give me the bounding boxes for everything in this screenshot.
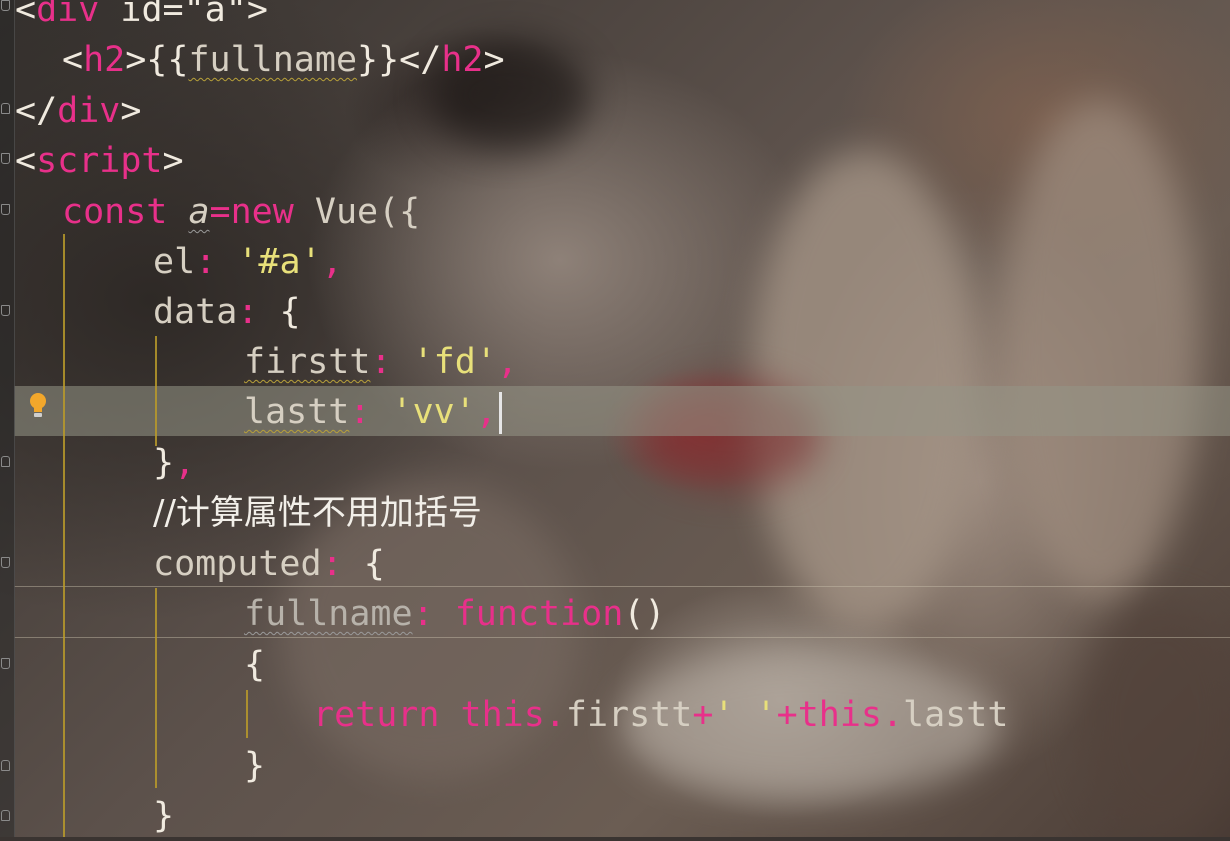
token: new [230,192,294,232]
token: { [342,544,385,584]
token: }}</ [357,40,442,80]
code-line[interactable]: data: { [153,287,301,337]
token: h2 [441,40,484,80]
token: script [36,141,163,181]
indent-guide [155,336,157,446]
token: < [62,40,84,80]
token: } [244,746,266,786]
token: : [349,392,371,432]
code-line[interactable]: lastt: 'vv', [244,387,502,437]
code-line[interactable]: <script> [15,136,184,186]
token: , [321,242,343,282]
fold-marker-icon[interactable] [1,456,10,467]
indent-guide [155,588,157,788]
token: this. [460,695,566,735]
token: el [153,242,196,282]
comment: //计算属性不用加括号 [153,493,482,533]
token: < [15,0,37,30]
token: ' ' [713,695,777,735]
fold-marker-icon[interactable] [1,153,10,164]
text-cursor [498,392,502,434]
token: return [313,695,440,735]
code-line[interactable]: const a=new Vue({ [62,187,420,237]
code-line[interactable]: computed: { [153,539,385,589]
token: > [483,40,505,80]
token: = [209,192,231,232]
token: > [246,0,268,30]
code-line[interactable]: </div> [15,86,141,136]
fold-marker-icon[interactable] [1,658,10,669]
fold-marker-icon[interactable] [1,103,10,114]
token: firstt [565,695,693,735]
editor-gutter[interactable] [0,0,15,837]
token: id="a" [99,0,247,30]
token: const [62,192,168,232]
token: h2 [83,40,126,80]
token: data [153,292,238,332]
code-line[interactable]: }, [153,438,195,488]
fold-marker-icon[interactable] [1,557,10,568]
token: function [454,594,624,634]
code-line[interactable]: } [244,741,265,791]
fold-marker-icon[interactable] [1,305,10,316]
indent-guide [63,234,65,837]
token: : [237,292,259,332]
token: < [15,141,37,181]
token: lastt [244,392,350,432]
token: } [153,443,175,483]
token: >{{ [125,40,189,80]
token: : [321,544,343,584]
token: 'vv' [370,392,476,432]
code-line[interactable]: fullname: function() [244,589,665,639]
token: a [188,192,210,232]
token: + [776,695,798,735]
fold-marker-icon[interactable] [1,810,10,821]
fold-marker-icon[interactable] [1,204,10,215]
token: '#a' [216,242,322,282]
indent-guide [246,690,248,738]
token: : [412,594,434,634]
current-line-highlight [14,386,1230,436]
token: 'fd' [391,342,497,382]
token: () [623,594,666,634]
fold-marker-icon[interactable] [1,0,10,11]
token: computed [153,544,322,584]
token: fullname [188,40,358,80]
token: , [496,342,518,382]
token: } [153,796,175,836]
code-line[interactable]: //计算属性不用加括号 [153,488,482,538]
token: this. [797,695,904,735]
token: fullname [244,594,413,634]
token: > [162,141,184,181]
token: , [174,443,196,483]
code-line[interactable]: <h2>{{fullname}}</h2> [62,35,505,85]
token: div [36,0,100,30]
token: , [475,392,497,432]
token: Vue({ [293,192,421,232]
token: > [120,91,142,131]
token: firstt [244,342,371,382]
code-line[interactable]: } [153,791,174,841]
token: + [692,695,714,735]
token: { [244,645,266,685]
code-line[interactable]: el: '#a', [153,237,343,287]
token: lastt [903,695,1009,735]
lightbulb-intention-icon[interactable] [28,393,48,421]
code-line[interactable]: firstt: 'fd', [244,337,518,387]
fold-marker-icon[interactable] [1,760,10,771]
token: { [258,292,301,332]
token: div [57,91,121,131]
code-line[interactable]: return this.firstt+' '+this.lastt [313,690,1008,740]
token: : [370,342,392,382]
code-line[interactable]: { [244,640,265,690]
code-line[interactable]: <div id="a"> [15,0,268,35]
token: </ [15,91,58,131]
token: : [195,242,217,282]
